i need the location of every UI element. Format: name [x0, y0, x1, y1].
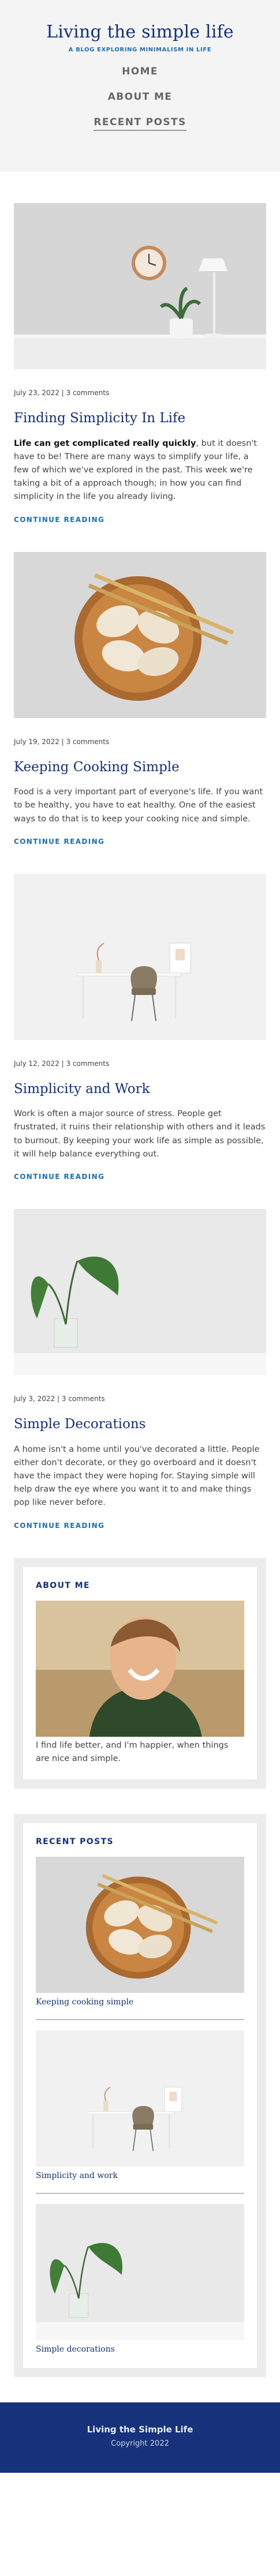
recent-post-item: Keeping cooking simple	[36, 1857, 244, 2020]
site-footer: Living the Simple Life Copyright 2022	[0, 2402, 280, 2473]
recent-post-link[interactable]: Simplicity and work	[36, 2171, 244, 2180]
continue-reading-link[interactable]: CONTINUE READING	[14, 838, 104, 846]
main-nav: HOME ABOUT ME RECENT POSTS	[0, 66, 280, 131]
footer-copyright: Copyright 2022	[111, 2439, 169, 2448]
footer-title: Living the Simple Life	[87, 2424, 193, 2435]
post-title[interactable]: Simplicity and Work	[14, 1082, 266, 1098]
post-image-dumplings[interactable]	[14, 552, 266, 718]
post-image-desk[interactable]	[14, 874, 266, 1040]
recent-post-item: Simplicity and work	[36, 2030, 244, 2194]
post-title[interactable]: Finding Simplicity In Life	[14, 411, 266, 427]
nav-recent-posts[interactable]: RECENT POSTS	[94, 117, 186, 131]
about-me-widget: ABOUT ME I find life better, and I'm hap…	[14, 1557, 266, 1789]
continue-reading-link[interactable]: CONTINUE READING	[14, 1173, 104, 1181]
site-tagline: A BLOG EXPLORING MINIMALISM IN LIFE	[68, 47, 212, 53]
post-excerpt-bold: Life can get complicated really quickly	[14, 438, 196, 448]
recent-post-item: Simple decorations	[36, 2204, 244, 2354]
recent-post-link[interactable]: Keeping cooking simple	[36, 1997, 244, 2007]
nav-home[interactable]: HOME	[122, 66, 158, 77]
post-meta: July 12, 2022 | 3 comments	[14, 1059, 110, 1068]
recent-posts-card: RECENT POSTS Keeping cooking simple Simp…	[23, 1823, 257, 2368]
recent-posts-widget: RECENT POSTS Keeping cooking simple Simp…	[14, 1813, 266, 2377]
post-meta: July 23, 2022 | 3 comments	[14, 389, 110, 397]
main-content: July 23, 2022 | 3 comments Finding Simpl…	[0, 172, 280, 2377]
post-meta: July 19, 2022 | 3 comments	[14, 737, 110, 746]
post-title[interactable]: Keeping Cooking Simple	[14, 760, 266, 776]
about-me-heading: ABOUT ME	[36, 1580, 90, 1590]
post-keeping-cooking-simple: July 19, 2022 | 3 comments Keeping Cooki…	[14, 552, 266, 846]
recent-posts-heading: RECENT POSTS	[36, 1837, 114, 1846]
site-header: Living the simple life A BLOG EXPLORING …	[0, 0, 280, 172]
post-image-plant[interactable]	[14, 1209, 266, 1375]
post-finding-simplicity: July 23, 2022 | 3 comments Finding Simpl…	[14, 203, 266, 524]
post-simple-decorations: July 3, 2022 | 3 comments Simple Decorat…	[14, 1209, 266, 1530]
recent-post-thumbnail[interactable]	[36, 1857, 244, 1993]
post-meta: July 3, 2022 | 3 comments	[14, 1395, 105, 1403]
about-me-text: I find life better, and I'm happier, whe…	[36, 1740, 229, 1763]
nav-about-me[interactable]: ABOUT ME	[108, 91, 173, 103]
post-excerpt: A home isn't a home until you've decorat…	[14, 1444, 260, 1508]
post-excerpt: Life can get complicated really quickly,…	[14, 437, 266, 504]
about-me-card: ABOUT ME I find life better, and I'm hap…	[23, 1567, 257, 1779]
post-excerpt: Work is often a major source of stress. …	[14, 1109, 266, 1159]
author-photo	[36, 1601, 244, 1737]
post-image-room[interactable]	[14, 203, 266, 369]
recent-post-thumbnail[interactable]	[36, 2030, 244, 2166]
recent-post-link[interactable]: Simple decorations	[36, 2345, 244, 2354]
post-simplicity-and-work: July 12, 2022 | 3 comments Simplicity an…	[14, 874, 266, 1181]
post-title[interactable]: Simple Decorations	[14, 1417, 266, 1433]
continue-reading-link[interactable]: CONTINUE READING	[14, 516, 104, 524]
site-title[interactable]: Living the simple life	[0, 22, 280, 42]
recent-post-thumbnail[interactable]	[36, 2204, 244, 2340]
continue-reading-link[interactable]: CONTINUE READING	[14, 1522, 104, 1530]
post-excerpt: Food is a very important part of everyon…	[14, 787, 263, 824]
